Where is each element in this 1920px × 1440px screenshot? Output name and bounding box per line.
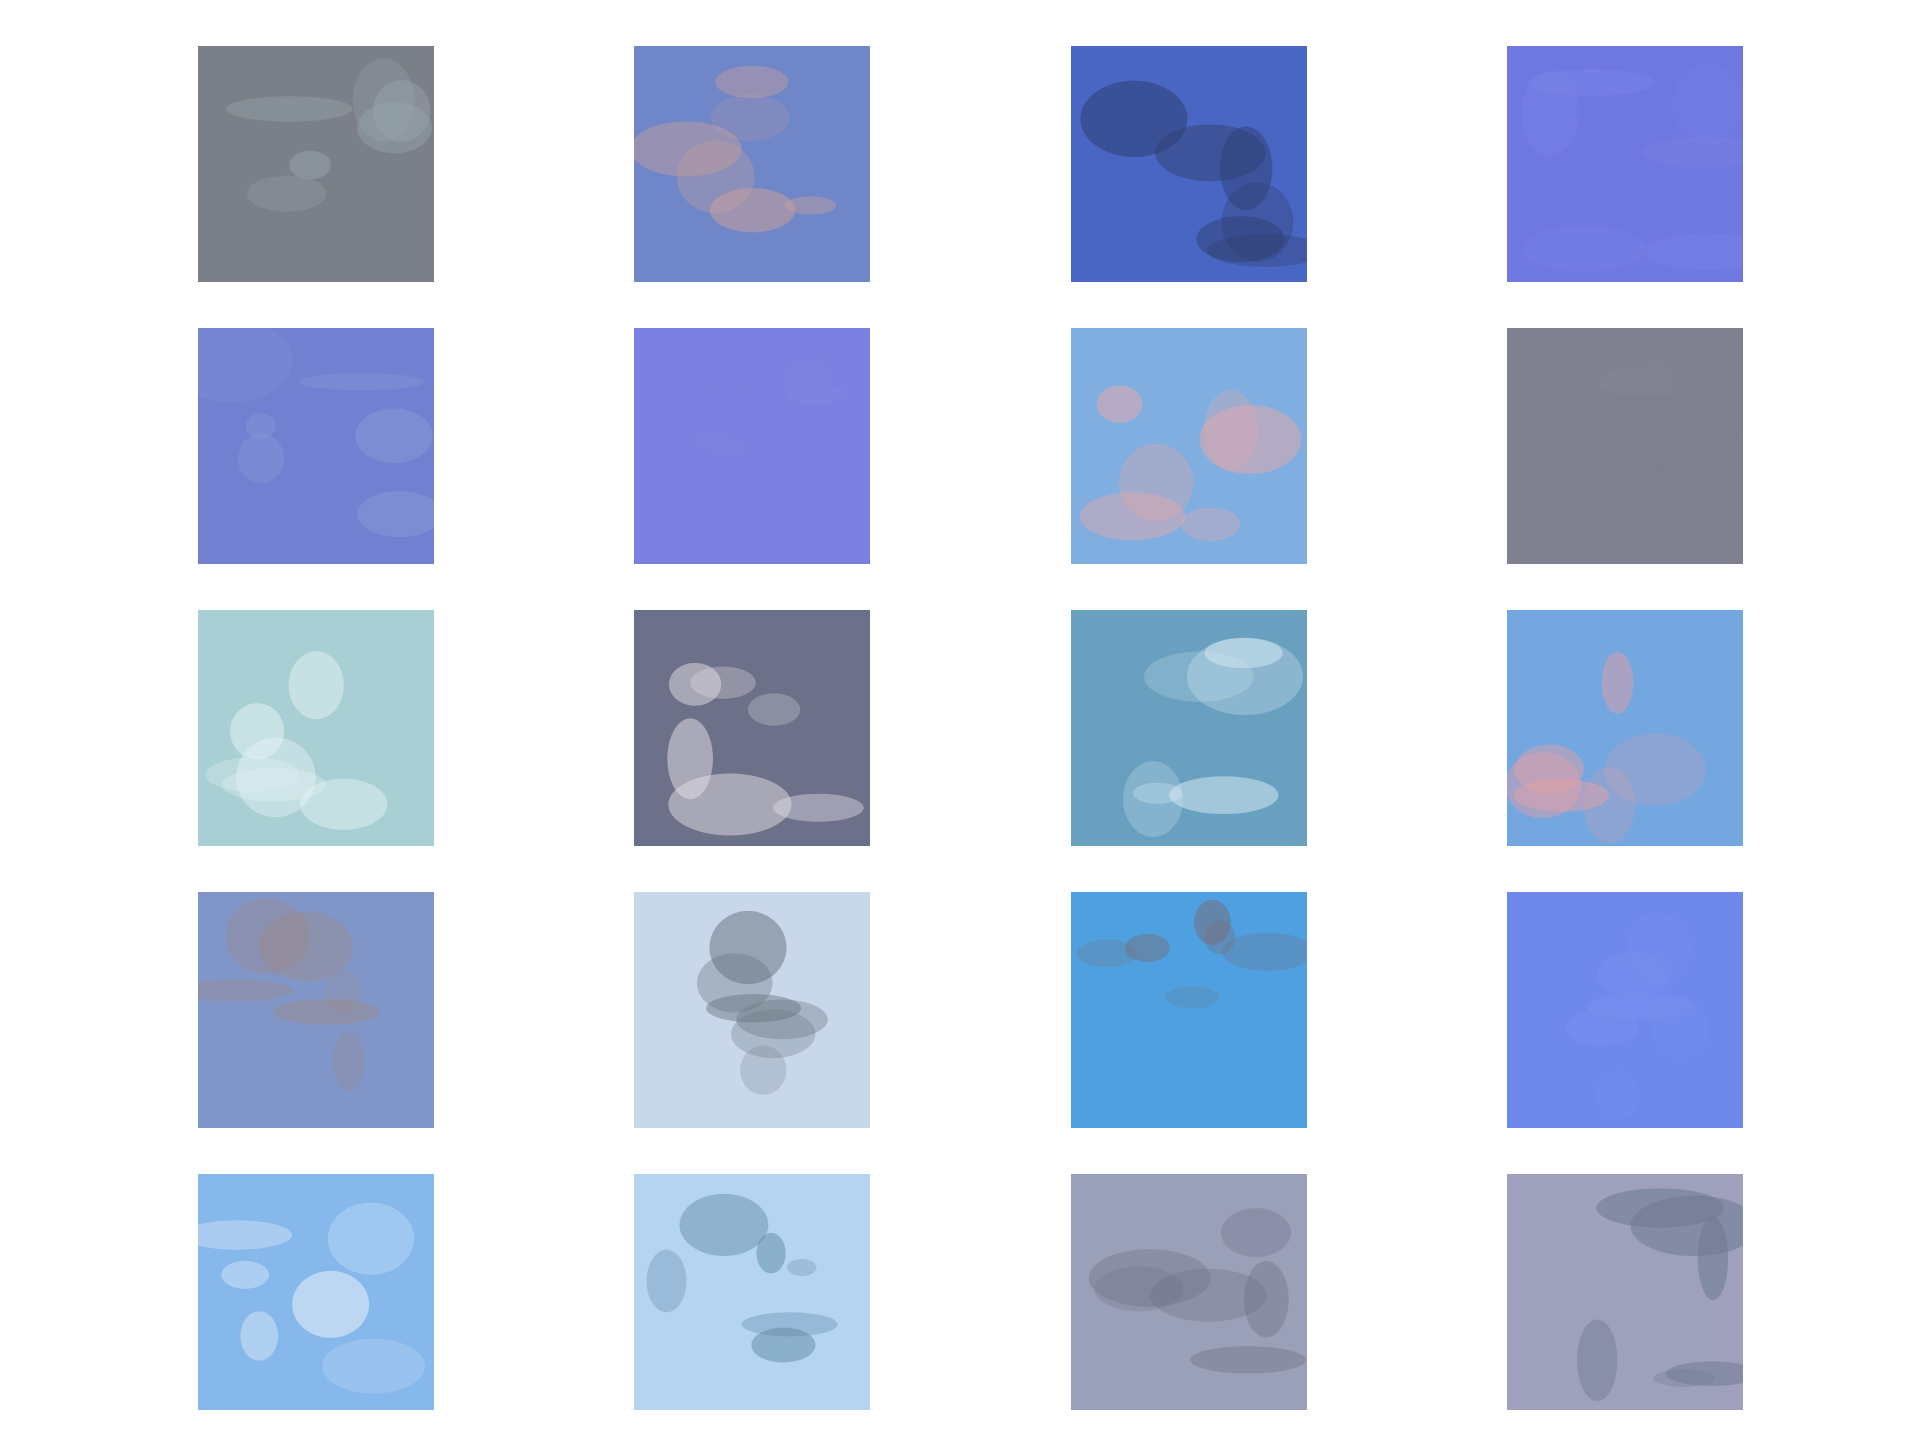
image-tile-r4c3 [1071,892,1307,1128]
image-tile-r3c4 [1507,610,1743,846]
image-tile-r5c1 [198,1174,434,1410]
image-thumbnail [1071,610,1307,846]
image-thumbnail [1507,328,1743,564]
image-tile-r4c4 [1507,892,1743,1128]
image-thumbnail [1071,328,1307,564]
image-thumbnail [1507,1174,1743,1410]
image-thumbnail [198,46,434,282]
image-thumbnail [1071,892,1307,1128]
image-thumbnail [634,328,870,564]
image-thumbnail [198,1174,434,1410]
image-tile-r2c4 [1507,328,1743,564]
image-tile-r1c4 [1507,46,1743,282]
image-tile-r5c4 [1507,1174,1743,1410]
image-tile-r3c2 [634,610,870,846]
image-tile-r2c1 [198,328,434,564]
image-thumbnail [1507,892,1743,1128]
image-tile-r5c3 [1071,1174,1307,1410]
image-thumbnail [1071,46,1307,282]
image-grid [0,0,1920,1440]
image-thumbnail [198,328,434,564]
image-thumbnail [198,892,434,1128]
image-thumbnail [634,1174,870,1410]
image-tile-r2c2 [634,328,870,564]
image-tile-r1c3 [1071,46,1307,282]
image-thumbnail [1507,46,1743,282]
image-tile-r3c1 [198,610,434,846]
image-thumbnail [198,610,434,846]
image-thumbnail [1071,1174,1307,1410]
image-tile-r4c1 [198,892,434,1128]
image-thumbnail [634,892,870,1128]
image-tile-r5c2 [634,1174,870,1410]
image-tile-r2c3 [1071,328,1307,564]
image-tile-r1c2 [634,46,870,282]
image-thumbnail [1507,610,1743,846]
image-thumbnail [634,610,870,846]
image-thumbnail [634,46,870,282]
image-tile-r3c3 [1071,610,1307,846]
image-tile-r4c2 [634,892,870,1128]
image-tile-r1c1 [198,46,434,282]
